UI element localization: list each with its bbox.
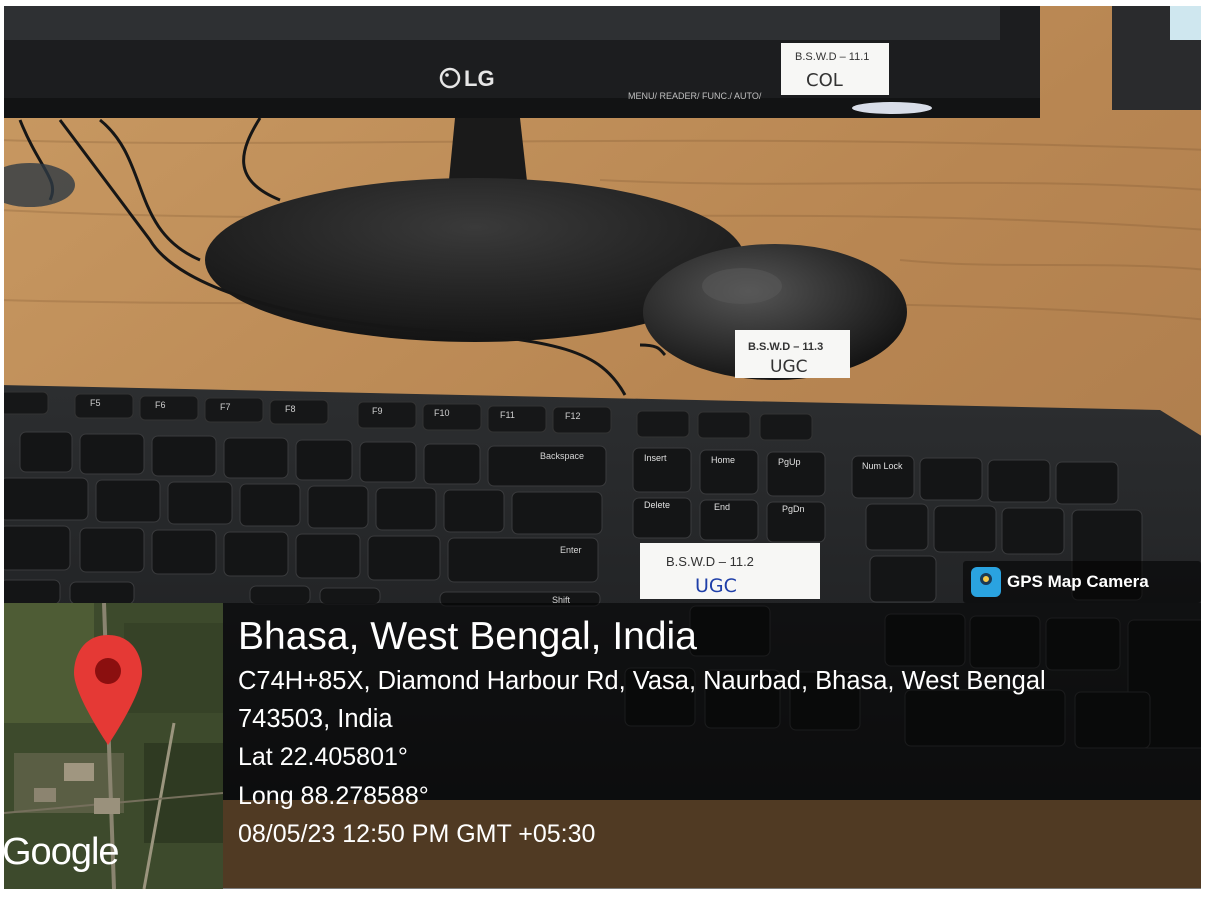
svg-text:End: End bbox=[714, 502, 730, 512]
monitor-buttons: MENU/ READER/ FUNC./ AUTO/ bbox=[628, 91, 762, 101]
svg-text:Backspace: Backspace bbox=[540, 451, 584, 461]
svg-text:Num Lock: Num Lock bbox=[862, 461, 903, 471]
longitude: Long 88.278588° bbox=[238, 781, 429, 810]
map-thumbnail: Google bbox=[4, 603, 223, 889]
svg-text:F8: F8 bbox=[285, 404, 296, 414]
gps-app-badge: GPS Map Camera bbox=[963, 561, 1201, 603]
place-title: Bhasa, West Bengal, India bbox=[238, 615, 697, 658]
photo-scene: LG MENU/ READER/ FUNC./ AUTO/ B.S.W.D – … bbox=[0, 0, 1208, 904]
address-line-2: 743503, India bbox=[238, 705, 393, 733]
monitor-brand: LG bbox=[464, 66, 495, 91]
gps-camera-logo-icon bbox=[971, 567, 1001, 597]
svg-text:Home: Home bbox=[711, 455, 735, 465]
svg-text:B.S.W.D – 11.2: B.S.W.D – 11.2 bbox=[666, 554, 754, 569]
svg-text:F6: F6 bbox=[155, 400, 166, 410]
svg-text:PgDn: PgDn bbox=[782, 504, 805, 514]
address-line-1: C74H+85X, Diamond Harbour Rd, Vasa, Naur… bbox=[238, 667, 1046, 695]
svg-text:F12: F12 bbox=[565, 411, 581, 421]
svg-text:Insert: Insert bbox=[644, 453, 667, 463]
svg-text:PgUp: PgUp bbox=[778, 457, 801, 467]
svg-text:Delete: Delete bbox=[644, 500, 670, 510]
svg-text:B.S.W.D – 11.1: B.S.W.D – 11.1 bbox=[795, 51, 869, 63]
svg-text:B.S.W.D – 11.3: B.S.W.D – 11.3 bbox=[748, 341, 823, 353]
svg-text:F10: F10 bbox=[434, 408, 450, 418]
map-provider-logo: Google bbox=[4, 831, 120, 873]
latitude: Lat 22.405801° bbox=[238, 743, 408, 771]
svg-text:Enter: Enter bbox=[560, 545, 582, 555]
svg-text:F7: F7 bbox=[220, 402, 231, 412]
gps-app-name: GPS Map Camera bbox=[1007, 572, 1149, 591]
svg-text:UGC: UGC bbox=[770, 357, 808, 377]
svg-text:F5: F5 bbox=[90, 398, 101, 408]
svg-text:F9: F9 bbox=[372, 406, 383, 416]
svg-text:F11: F11 bbox=[500, 410, 515, 420]
location-info: Bhasa, West Bengal, India C74H+85X, Diam… bbox=[238, 612, 1046, 854]
svg-text:COL: COL bbox=[806, 70, 843, 91]
svg-text:UGC: UGC bbox=[695, 575, 737, 597]
datetime: 08/05/23 12:50 PM GMT +05:30 bbox=[238, 820, 596, 848]
